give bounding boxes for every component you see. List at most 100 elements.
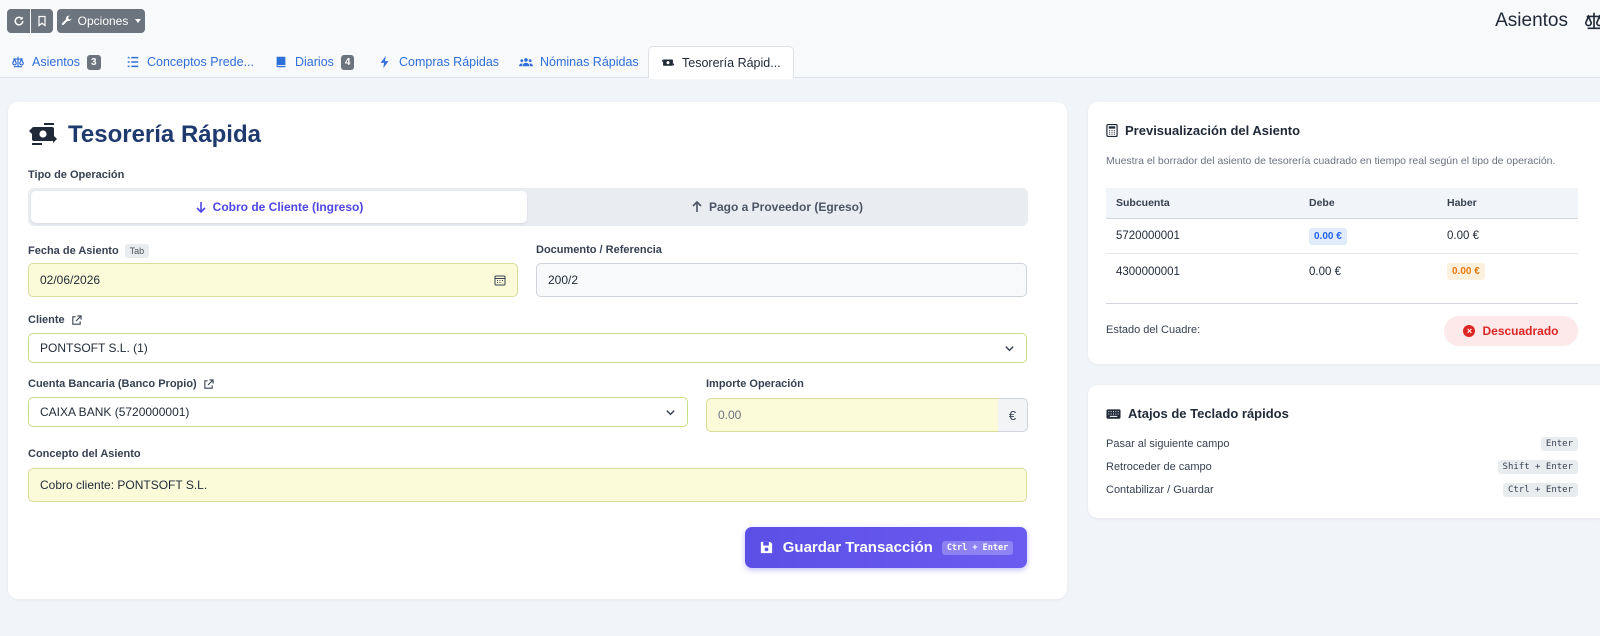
scale-icon xyxy=(12,56,24,68)
cell-subcuenta: 4300000001 xyxy=(1116,265,1180,278)
bolt-icon xyxy=(380,55,389,69)
bank-account-label-text: Cuenta Bancaria (Banco Propio) xyxy=(28,378,197,390)
arrow-up-icon xyxy=(692,201,702,212)
bank-account-label: Cuenta Bancaria (Banco Propio) xyxy=(28,378,214,390)
keyboard-shortcuts-card: Atajos de Teclado rápidos Pasar al sigui… xyxy=(1088,385,1600,518)
balance-status-value: Descuadrado xyxy=(1482,324,1559,338)
external-link-icon[interactable] xyxy=(71,314,82,326)
tab-label: Diarios xyxy=(295,55,334,69)
save-shortcut-badge: Ctrl + Enter xyxy=(941,540,1014,555)
tab-tesoreria-rapida[interactable]: Tesorería Rápid... xyxy=(648,46,794,79)
column-header-subcuenta: Subcuenta xyxy=(1116,197,1170,209)
client-label-text: Cliente xyxy=(28,314,65,326)
scale-icon xyxy=(1582,10,1600,32)
close-circle-icon: × xyxy=(1463,325,1476,337)
document-input[interactable]: 200/2 xyxy=(536,263,1027,297)
tab-compras-rapidas[interactable]: Compras Rápidas xyxy=(378,46,499,78)
amount-input[interactable]: 0.00 xyxy=(706,398,999,432)
form-title-text: Tesorería Rápida xyxy=(68,121,261,148)
haber-amount-badge: 0.00 € xyxy=(1447,263,1485,280)
floppy-disk-icon xyxy=(760,541,772,554)
concept-input[interactable]: Cobro cliente: PONTSOFT S.L. xyxy=(28,468,1027,502)
document-value: 200/2 xyxy=(548,273,579,287)
shortcut-key: Shift + Enter xyxy=(1497,460,1578,474)
client-select[interactable]: PONTSOFT S.L. (1) xyxy=(28,333,1027,363)
list-icon xyxy=(127,56,139,68)
save-button-label: Guardar Transacción xyxy=(782,539,933,556)
options-dropdown-button[interactable]: Opciones xyxy=(57,9,145,33)
bookmark-button[interactable] xyxy=(31,9,53,33)
column-header-debe: Debe xyxy=(1309,197,1335,209)
operation-type-selector: Cobro de Cliente (Ingreso) Pago a Provee… xyxy=(28,188,1028,226)
external-link-icon[interactable] xyxy=(203,378,214,390)
wrench-icon xyxy=(61,15,72,26)
currency-addon: € xyxy=(998,398,1028,432)
cell-debe: 0.00 € xyxy=(1309,265,1341,278)
table-header-row: Subcuenta Debe Haber xyxy=(1106,188,1578,219)
calendar-icon[interactable] xyxy=(494,274,506,286)
date-input[interactable]: 02/06/2026 xyxy=(28,263,518,297)
table-row: 5720000001 0.00 € 0.00 € xyxy=(1106,219,1578,254)
caret-down-icon xyxy=(135,19,142,23)
bookmark-icon xyxy=(38,15,46,27)
shortcut-key: Enter xyxy=(1540,437,1578,451)
tab-asientos[interactable]: Asientos 3 xyxy=(11,46,101,78)
shortcut-label: Pasar al siguiente campo xyxy=(1106,438,1230,450)
shortcut-item: Retroceder de campo Shift + Enter xyxy=(1106,458,1578,476)
preview-description: Muestra el borrador del asiento de tesor… xyxy=(1106,155,1556,167)
tab-nominas-rapidas[interactable]: Nóminas Rápidas xyxy=(519,46,639,78)
table-row: 4300000001 0.00 € 0.00 € xyxy=(1106,254,1578,289)
column-header-haber: Haber xyxy=(1447,197,1477,209)
calculator-icon xyxy=(1106,124,1118,137)
date-label-text: Fecha de Asiento xyxy=(28,245,119,257)
operation-type-label: Tipo de Operación xyxy=(28,169,125,181)
amount-value: 0.00 xyxy=(718,408,742,422)
preview-title-text: Previsualización del Asiento xyxy=(1125,123,1301,138)
operation-option-label: Pago a Proveedor (Egreso) xyxy=(708,200,864,214)
amount-label: Importe Operación xyxy=(706,378,804,390)
operation-option-label: Cobro de Cliente (Ingreso) xyxy=(212,200,364,214)
operation-option-pago[interactable]: Pago a Proveedor (Egreso) xyxy=(528,191,1026,223)
cell-haber: 0.00 € xyxy=(1447,230,1479,242)
money-transfer-icon xyxy=(29,123,57,145)
operation-option-cobro[interactable]: Cobro de Cliente (Ingreso) xyxy=(31,191,527,223)
shortcut-label: Retroceder de campo xyxy=(1106,461,1212,473)
chevron-down-icon xyxy=(666,409,675,415)
users-icon xyxy=(519,58,533,67)
money-transfer-icon xyxy=(661,59,675,66)
tab-label: Nóminas Rápidas xyxy=(540,55,639,69)
entry-preview-card: Previsualización del Asiento Muestra el … xyxy=(1088,102,1600,364)
tab-label: Compras Rápidas xyxy=(399,55,500,69)
book-icon xyxy=(276,56,286,68)
tab-count-badge: 3 xyxy=(86,54,101,70)
cell-haber: 0.00 € xyxy=(1447,254,1485,289)
client-value: PONTSOFT S.L. (1) xyxy=(40,341,148,355)
tab-diarios[interactable]: Diarios 4 xyxy=(274,46,355,78)
tab-bar: Asientos 3 Conceptos Prede... Diarios 4 … xyxy=(0,44,1600,79)
shortcut-key: Ctrl + Enter xyxy=(1502,483,1578,497)
date-label: Fecha de Asiento Tab xyxy=(28,244,150,258)
save-transaction-button[interactable]: Guardar Transacción Ctrl + Enter xyxy=(745,527,1027,568)
refresh-icon xyxy=(14,16,24,26)
concept-value: Cobro cliente: PONTSOFT S.L. xyxy=(40,478,208,492)
tab-label: Tesorería Rápid... xyxy=(682,55,781,70)
top-toolbar: Opciones Asientos xyxy=(0,0,1600,44)
chevron-down-icon xyxy=(1005,345,1014,351)
shortcuts-title-text: Atajos de Teclado rápidos xyxy=(1128,406,1289,421)
tab-label: Conceptos Prede... xyxy=(147,55,255,69)
shortcuts-title: Atajos de Teclado rápidos xyxy=(1106,406,1289,421)
page-title: Asientos xyxy=(1495,10,1568,31)
form-title: Tesorería Rápida xyxy=(28,121,261,149)
refresh-button[interactable] xyxy=(7,9,30,33)
tab-hint-badge: Tab xyxy=(124,244,150,258)
date-value: 02/06/2026 xyxy=(40,273,101,287)
table-divider xyxy=(1106,303,1578,304)
bank-account-select[interactable]: CAIXA BANK (5720000001) xyxy=(28,397,688,427)
preview-table: Subcuenta Debe Haber 5720000001 0.00 € 0… xyxy=(1106,188,1578,289)
tab-label: Asientos xyxy=(32,55,80,69)
treasury-form-card: Tesorería Rápida Tipo de Operación Cobro… xyxy=(8,102,1067,599)
concept-label: Concepto del Asiento xyxy=(28,448,141,460)
bank-account-value: CAIXA BANK (5720000001) xyxy=(40,405,190,419)
tab-conceptos[interactable]: Conceptos Prede... xyxy=(126,46,254,78)
keyboard-icon xyxy=(1106,408,1121,419)
